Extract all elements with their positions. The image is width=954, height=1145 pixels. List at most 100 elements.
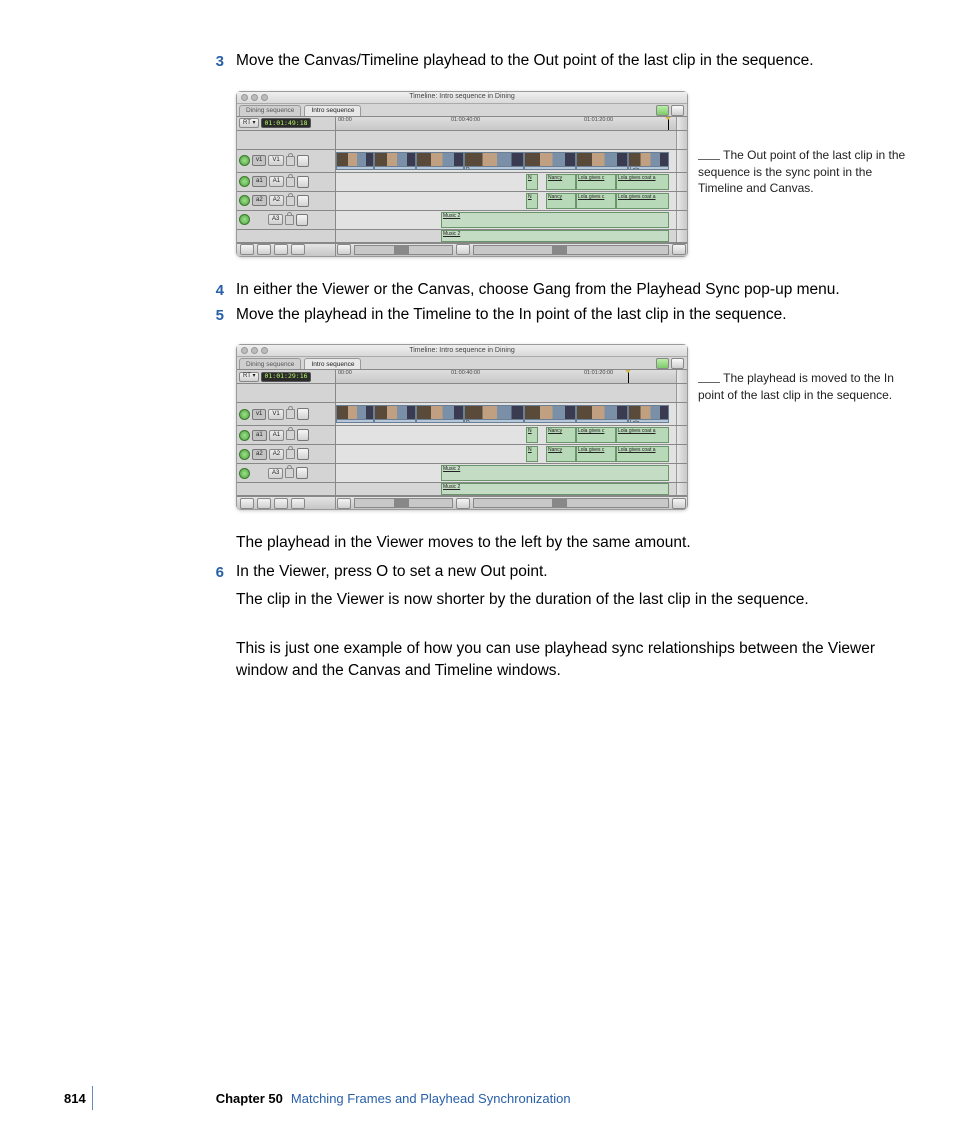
audio-clip[interactable]: N (526, 446, 538, 462)
track-header-a3[interactable]: A3 (237, 464, 336, 482)
auto-select-button[interactable] (297, 448, 309, 460)
dest-a3[interactable]: A3 (268, 214, 283, 225)
dest-a3[interactable]: A3 (268, 468, 283, 479)
video-clip[interactable] (524, 405, 576, 423)
lock-icon[interactable] (286, 156, 295, 166)
track-a4-body[interactable]: Music 2 (336, 230, 676, 242)
audio-clip[interactable]: Lola gives coat a (616, 174, 669, 190)
audio-clip[interactable]: Lola gives c (576, 193, 616, 209)
track-height-button[interactable] (274, 498, 288, 509)
auto-select-button[interactable] (297, 429, 309, 441)
video-clip[interactable] (336, 152, 374, 170)
audio-clip-music[interactable]: Music 2 (441, 465, 669, 481)
timeline-options-button[interactable] (671, 105, 684, 116)
audible-toggle-icon[interactable] (239, 449, 250, 460)
zoom-out-button[interactable] (337, 498, 351, 509)
auto-select-button[interactable] (297, 176, 309, 188)
audio-clip[interactable]: Lola gives c (576, 174, 616, 190)
audio-clip[interactable]: Nancy (546, 427, 576, 443)
audio-clip[interactable]: Nancy (546, 193, 576, 209)
tab-intro-sequence[interactable]: Intro sequence (304, 358, 361, 369)
lock-icon[interactable] (286, 177, 295, 187)
audible-toggle-icon[interactable] (239, 214, 250, 225)
track-a2-body[interactable]: N Nancy Lola gives c Lola gives coat a (336, 445, 676, 463)
audible-toggle-icon[interactable] (239, 176, 250, 187)
audio-clip[interactable]: Lola gives coat a (616, 193, 669, 209)
timecode-field[interactable]: 01:01:29:16 (261, 372, 310, 382)
auto-select-button[interactable] (297, 408, 309, 420)
track-height-button[interactable] (274, 244, 288, 255)
audible-toggle-icon[interactable] (239, 468, 250, 479)
toggle-timeline-track-height[interactable] (240, 498, 254, 509)
lock-icon[interactable] (286, 449, 295, 459)
scroll-right-button[interactable] (672, 244, 686, 255)
toggle-timeline-track-height[interactable] (240, 244, 254, 255)
video-clip[interactable]: D (464, 152, 524, 170)
auto-select-button[interactable] (297, 155, 309, 167)
source-a1[interactable]: a1 (252, 176, 267, 187)
render-status-button[interactable] (656, 105, 669, 116)
video-clip[interactable] (416, 152, 464, 170)
track-a4-body[interactable]: Music 2 (336, 483, 676, 495)
track-header-a1[interactable]: a1 A1 (237, 173, 336, 191)
playhead[interactable] (668, 117, 669, 130)
video-clip[interactable] (336, 405, 374, 423)
track-header-v1[interactable]: v1 V1 (237, 150, 336, 172)
audio-clip[interactable]: Lola gives c (576, 427, 616, 443)
source-a2[interactable]: a2 (252, 195, 267, 206)
source-a1[interactable]: a1 (252, 430, 267, 441)
rt-popup[interactable]: RT ▾ (239, 372, 259, 382)
tab-dining-sequence[interactable]: Dining sequence (239, 105, 301, 116)
video-clip[interactable] (416, 405, 464, 423)
track-header-a3[interactable]: A3 (237, 211, 336, 229)
track-header-a1[interactable]: a1 A1 (237, 426, 336, 444)
video-clip[interactable] (374, 405, 416, 423)
track-layout-button[interactable] (291, 244, 305, 255)
visibility-toggle-icon[interactable] (239, 155, 250, 166)
tab-dining-sequence[interactable]: Dining sequence (239, 358, 301, 369)
audio-clip-music[interactable]: Music 2 (441, 212, 669, 228)
ruler[interactable]: 00:00 01:00:40:00 01:01:20:00 (336, 370, 676, 383)
source-v1[interactable]: v1 (252, 409, 266, 420)
auto-select-button[interactable] (297, 195, 309, 207)
audio-clip-music[interactable]: Music 2 (441, 483, 669, 495)
ruler[interactable]: 00:00 01:00:40:00 01:01:20:00 (336, 117, 676, 130)
horizontal-scrollbar[interactable] (473, 498, 669, 508)
source-v1[interactable]: v1 (252, 155, 266, 166)
timecode-field[interactable]: 01:01:49:18 (261, 118, 310, 128)
track-a1-body[interactable]: N Nancy Lola gives c Lola gives coat a (336, 426, 676, 444)
scroll-right-button[interactable] (672, 498, 686, 509)
lock-icon[interactable] (286, 196, 295, 206)
video-clip[interactable]: D (464, 405, 524, 423)
lock-icon[interactable] (286, 409, 295, 419)
dest-a2[interactable]: A2 (269, 195, 284, 206)
render-status-button[interactable] (656, 358, 669, 369)
dest-a1[interactable]: A1 (269, 176, 284, 187)
playhead[interactable] (628, 370, 629, 383)
audio-clip[interactable]: N (526, 174, 538, 190)
track-v1-body[interactable]: D Lola (336, 403, 676, 425)
audio-clip[interactable]: Lola gives coat a (616, 427, 669, 443)
video-clip[interactable] (576, 152, 628, 170)
audio-clip[interactable]: N (526, 427, 538, 443)
tab-intro-sequence[interactable]: Intro sequence (304, 105, 361, 116)
clip-keyframes-button[interactable] (257, 498, 271, 509)
audio-clip[interactable]: Lola gives coat a (616, 446, 669, 462)
audio-clip-music[interactable]: Music 2 (441, 230, 669, 242)
auto-select-button[interactable] (296, 467, 308, 479)
track-a2-body[interactable]: N Nancy Lola gives c Lola gives coat a (336, 192, 676, 210)
track-a3-body[interactable]: Music 2 (336, 211, 676, 229)
horizontal-scrollbar[interactable] (473, 245, 669, 255)
lock-icon[interactable] (286, 430, 295, 440)
audio-clip[interactable]: Lola gives c (576, 446, 616, 462)
source-a2[interactable]: a2 (252, 449, 267, 460)
zoom-in-button[interactable] (456, 498, 470, 509)
track-layout-button[interactable] (291, 498, 305, 509)
track-a3-body[interactable]: Music 2 (336, 464, 676, 482)
visibility-toggle-icon[interactable] (239, 409, 250, 420)
zoom-in-button[interactable] (456, 244, 470, 255)
dest-v1[interactable]: V1 (268, 409, 283, 420)
audio-clip[interactable]: Nancy (546, 446, 576, 462)
video-clip-last[interactable]: Lola (628, 405, 669, 423)
dest-a2[interactable]: A2 (269, 449, 284, 460)
